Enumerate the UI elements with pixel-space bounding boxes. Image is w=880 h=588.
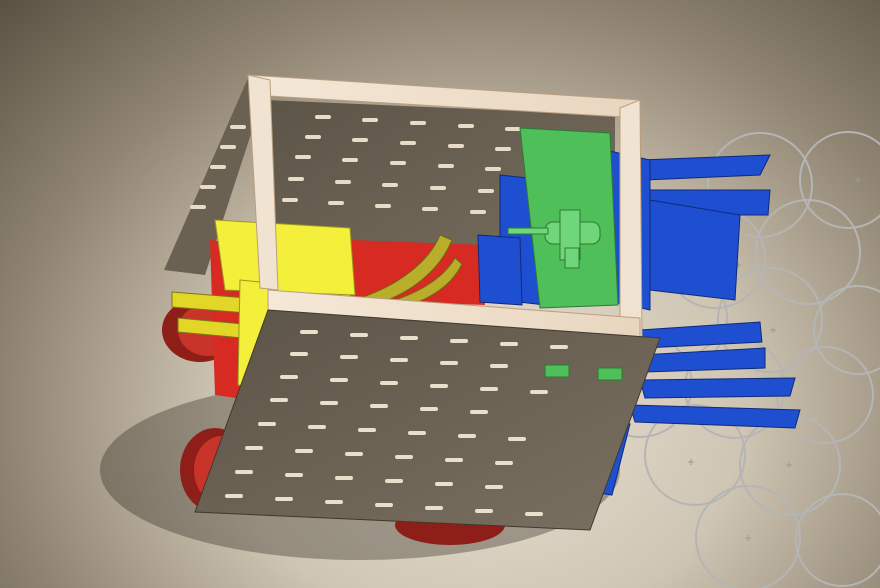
base-plate[interactable] (194, 309, 661, 531)
yellow-block[interactable] (214, 219, 356, 296)
green-switch-1[interactable] (544, 364, 570, 378)
robot-assembly-render[interactable] (0, 0, 880, 588)
cad-viewport[interactable] (0, 0, 880, 588)
green-switch-2[interactable] (597, 367, 623, 381)
